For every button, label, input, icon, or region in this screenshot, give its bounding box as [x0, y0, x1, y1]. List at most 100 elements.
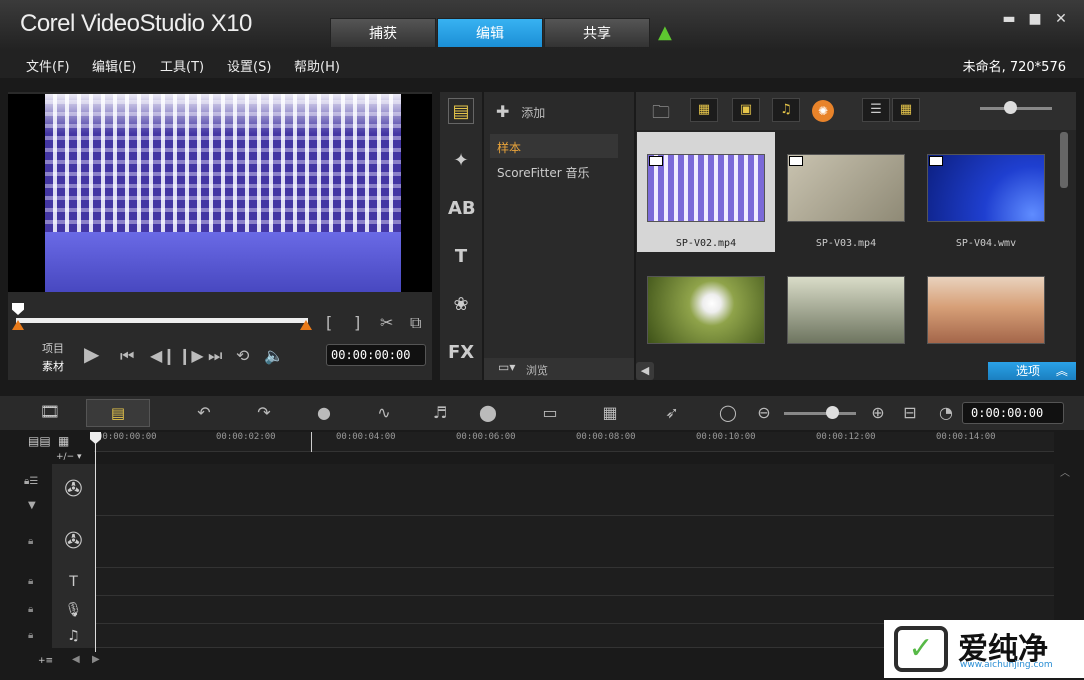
mask-creator-icon[interactable]: ◯ [716, 402, 740, 424]
timeline-playhead[interactable] [95, 432, 96, 652]
scroll-up-icon[interactable]: ︿ [1060, 464, 1070, 479]
trim-start-marker[interactable] [12, 320, 24, 330]
timeline-timecode[interactable]: 0:00:00:00 [962, 402, 1064, 424]
fit-project-icon[interactable]: ⊟ [898, 402, 922, 424]
redo-icon[interactable]: ↷ [252, 402, 276, 424]
menu-edit[interactable]: 编辑(E) [92, 56, 136, 75]
tab-share[interactable]: 共享 [544, 18, 650, 48]
instant-project-icon[interactable]: ✦ [448, 148, 474, 174]
thumbnail-caption: SP-V04.wmv [955, 238, 1017, 249]
folder-item-samples[interactable]: 样本 [497, 139, 521, 156]
play-icon[interactable]: ▶ [84, 344, 99, 364]
ripple-editing-toggle[interactable]: +∕− ▾ [56, 452, 82, 462]
show-audio-button[interactable]: ♫ [772, 98, 800, 122]
auto-music-icon[interactable]: ♬ [428, 402, 452, 424]
scroll-right-icon[interactable]: ▶ [92, 654, 100, 665]
minimize-button[interactable]: ▬ [1000, 10, 1018, 28]
close-button[interactable]: ✕ [1052, 10, 1070, 28]
list-view-button[interactable]: ☰ [862, 98, 890, 122]
maximize-button[interactable]: ■ [1026, 10, 1044, 28]
media-thumbnail[interactable]: SP-V02.mp4 [637, 132, 775, 252]
home-icon[interactable]: ⏮ [120, 347, 134, 365]
thumbnail-view-button[interactable]: ▦ [892, 98, 920, 122]
tab-edit[interactable]: 编辑 [437, 18, 543, 48]
music-track-icon[interactable]: ♫ [52, 624, 96, 648]
collapse-library-button[interactable]: ◀ [636, 362, 654, 380]
library-scrollbar[interactable] [1060, 132, 1068, 188]
player-timecode[interactable]: 00:00:00:00 [326, 344, 426, 366]
scroll-left-icon[interactable]: ◀ [72, 654, 80, 665]
show-video-button[interactable]: ▦ [690, 98, 718, 122]
mark-out-button[interactable]: ] [354, 314, 360, 332]
video-track-icon[interactable]: ✇ [52, 464, 96, 516]
time-remapping-icon[interactable]: ➶ [660, 402, 684, 424]
menu-file[interactable]: 文件(F) [26, 56, 70, 75]
zoom-in-icon[interactable]: ⊕ [866, 402, 890, 424]
expand-track-icon[interactable]: ▼ [28, 500, 36, 511]
title-track[interactable] [52, 568, 1054, 596]
chapter-cue-icon[interactable]: ▦ [58, 434, 69, 448]
menu-help[interactable]: 帮助(H) [294, 56, 340, 75]
lock-track-icon[interactable]: 🔒︎ [28, 536, 33, 547]
tab-capture[interactable]: 捕获 [330, 18, 436, 48]
mode-project-label[interactable]: 项目 [42, 340, 64, 356]
next-frame-icon[interactable]: ❙▶ [178, 347, 204, 365]
split-clip-icon[interactable]: ✂ [380, 314, 393, 332]
motion-tracking-icon[interactable]: ⬤ [476, 402, 500, 424]
sound-mixer-icon[interactable]: ∿ [372, 402, 396, 424]
thumbnail-size-knob[interactable] [1004, 101, 1017, 114]
scrubber-bar[interactable] [16, 318, 308, 323]
menu-tools[interactable]: 工具(T) [160, 56, 204, 75]
subtitle-editor-icon[interactable]: ▭ [538, 402, 562, 424]
lock-track-icon[interactable]: 🔒︎ [28, 576, 33, 587]
overlay-track-icon[interactable]: ✇ [52, 516, 96, 568]
storyboard-view-button[interactable]: 🎞 [30, 399, 70, 425]
multi-camera-icon[interactable]: ▦ [598, 402, 622, 424]
add-folder-button[interactable]: ✚ 添加 [496, 102, 545, 121]
lock-track-icon[interactable]: 🔒︎☰ [24, 476, 38, 487]
app-logo: Corel VideoStudio X10 [20, 10, 252, 37]
media-thumbnail[interactable] [917, 254, 1055, 374]
title-track-icon[interactable]: T [52, 568, 96, 596]
previous-frame-icon[interactable]: ◀❙ [150, 347, 176, 365]
browse-button[interactable]: ▭▾ 浏览 [484, 358, 634, 380]
scorefitter-icon[interactable]: ✺ [812, 100, 834, 122]
media-thumbnail[interactable] [777, 254, 915, 374]
zoom-slider-knob[interactable] [826, 406, 839, 419]
options-button[interactable]: 选项 ︽ [988, 362, 1076, 380]
voice-track-icon[interactable]: 🎙︎ [52, 596, 96, 624]
title-icon[interactable]: T [448, 244, 474, 270]
folder-item-scorefitter[interactable]: ScoreFitter 音乐 [497, 164, 590, 181]
graphic-icon[interactable]: ❀ [448, 292, 474, 318]
trim-end-marker[interactable] [300, 320, 312, 330]
menu-settings[interactable]: 设置(S) [227, 56, 271, 75]
lock-track-icon[interactable]: 🔒︎ [28, 630, 33, 641]
folder-icon[interactable]: 🗀 [652, 100, 670, 130]
add-track-icon[interactable]: +≡ [38, 656, 53, 666]
upload-arrow-icon[interactable]: ▲ [658, 24, 678, 42]
mode-clip-label[interactable]: 素材 [42, 358, 64, 374]
volume-icon[interactable]: 🔈 [264, 347, 284, 365]
video-track[interactable] [52, 464, 1054, 516]
zoom-slider[interactable] [784, 412, 856, 415]
show-photo-button[interactable]: ▣ [732, 98, 760, 122]
end-icon[interactable]: ⏭ [208, 347, 222, 365]
media-category-icon[interactable]: ▤ [448, 98, 474, 124]
zoom-out-icon[interactable]: ⊖ [752, 402, 776, 424]
mark-in-button[interactable]: [ [326, 314, 332, 332]
media-thumbnail[interactable] [637, 254, 775, 374]
undo-icon[interactable]: ↶ [192, 402, 216, 424]
transition-icon[interactable]: AB [448, 196, 476, 222]
track-manager-icon[interactable]: ▤▤ [28, 434, 51, 448]
filter-icon[interactable]: FX [448, 340, 474, 366]
clock-icon: ◔ [939, 403, 953, 422]
timeline-view-button[interactable]: ▤ [86, 399, 150, 427]
repeat-icon[interactable]: ⟲ [236, 347, 249, 365]
media-thumbnail[interactable]: SP-V03.mp4 [777, 132, 915, 252]
media-thumbnail[interactable]: SP-V04.wmv [917, 132, 1055, 252]
overlay-track[interactable] [52, 516, 1054, 568]
add-folder-label: 添加 [521, 106, 546, 120]
record-capture-icon[interactable]: ● [312, 402, 336, 424]
enlarge-preview-icon[interactable]: ⧉ [410, 314, 421, 332]
lock-track-icon[interactable]: 🔒︎ [28, 604, 33, 615]
